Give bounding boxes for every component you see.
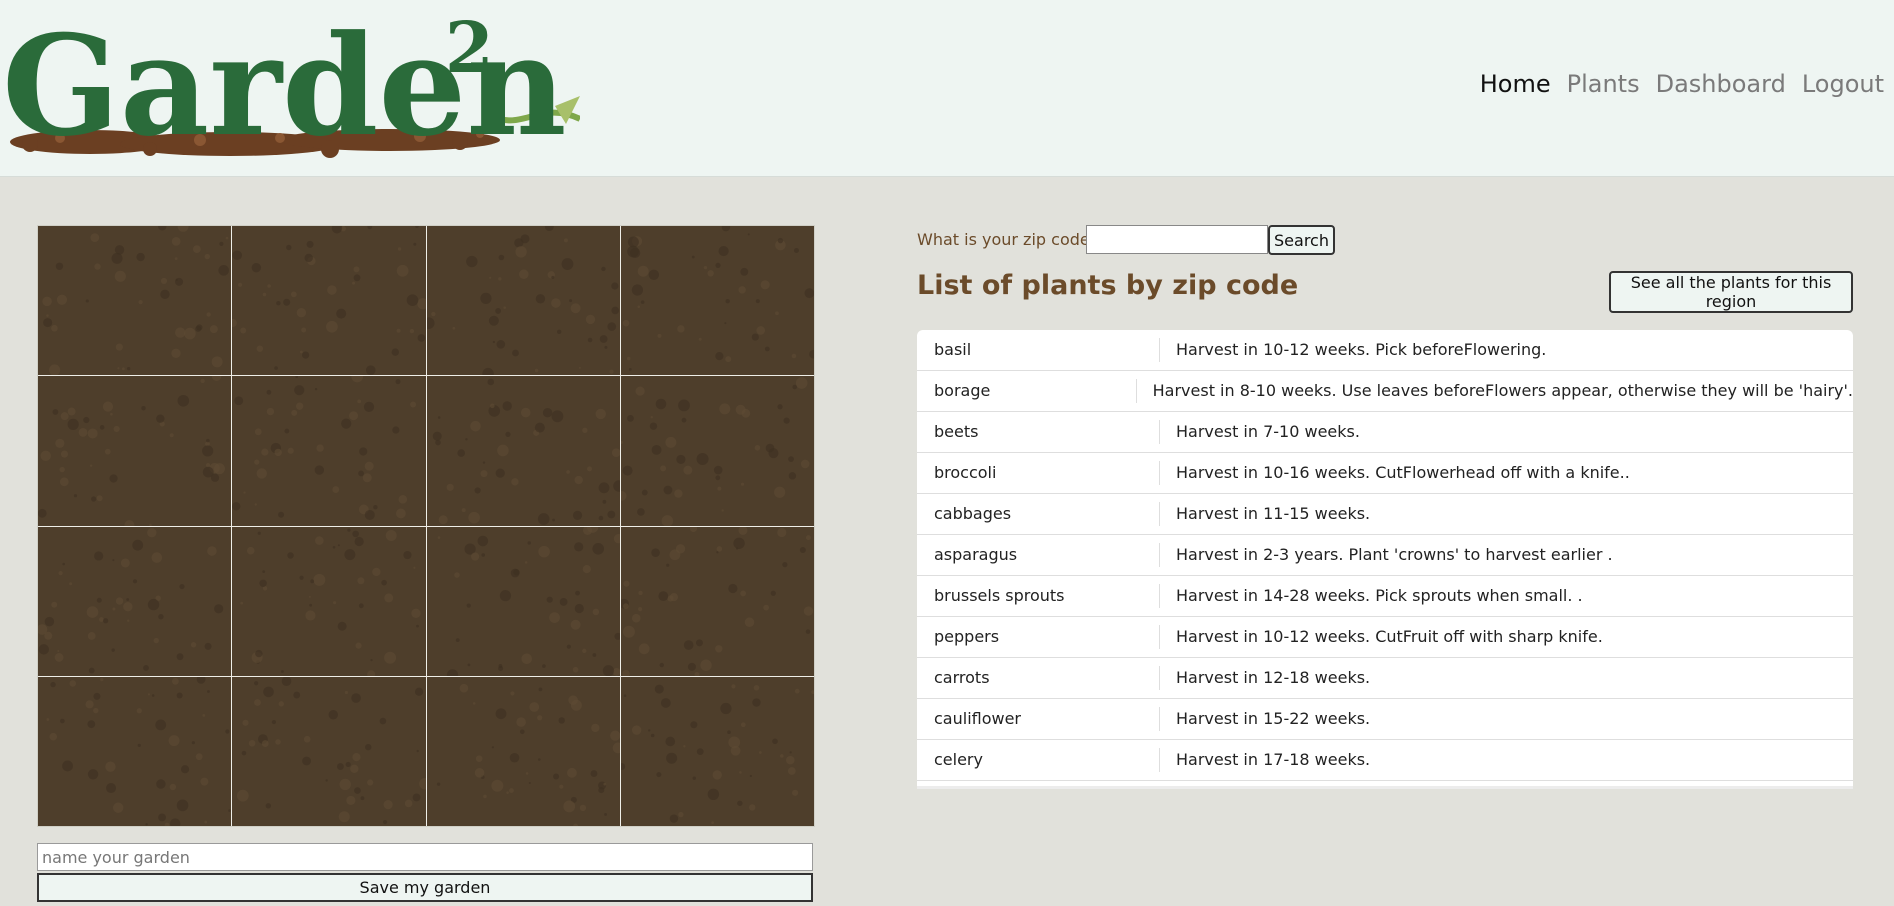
plant-harvest-info: Harvest in 10-12 weeks. CutFruit off wit… [1176,627,1603,646]
soil-texture [232,376,417,521]
nav-home-link[interactable]: Home [1480,70,1551,98]
plant-harvest-info: Harvest in 10-12 weeks. Pick beforeFlowe… [1176,340,1547,359]
soil-texture [437,526,620,676]
garden-plot[interactable] [232,376,426,526]
plant-list-title: List of plants by zip code [917,270,1299,301]
nav-logout-link[interactable]: Logout [1802,70,1884,98]
plant-harvest-info: Harvest in 17-18 weeks. [1176,750,1371,769]
soil-texture [38,376,225,526]
garden-plot[interactable] [426,676,620,826]
soil-texture [240,528,421,676]
plant-row[interactable]: brussels sprouts Harvest in 14-28 weeks. … [917,576,1853,617]
plant-row[interactable]: cauliflower Harvest in 15-22 weeks. [917,699,1853,740]
soil-texture [432,378,620,526]
plant-name: brussels sprouts [917,584,1160,608]
plant-row[interactable]: beets Harvest in 7-10 weeks. [917,412,1853,453]
plant-harvest-info: Harvest in 15-22 weeks. [1176,709,1371,728]
garden-plot[interactable] [620,376,814,526]
soil-texture [237,676,426,824]
search-button[interactable]: Search [1268,225,1335,255]
plant-name: cauliflower [917,707,1160,731]
soil-texture [620,684,814,824]
garden-plot[interactable] [232,226,426,376]
main-nav: Home Plants Dashboard Logout [1480,70,1884,98]
garden-plot[interactable] [232,526,426,676]
plant-harvest-info: Harvest in 10-16 weeks. CutFlowerhead of… [1176,463,1630,482]
plant-row[interactable]: carrots Harvest in 12-18 weeks. [917,658,1853,699]
garden-grid [37,225,815,827]
garden-plot[interactable] [426,526,620,676]
save-garden-button[interactable]: Save my garden [37,873,813,902]
plant-name: broccoli [917,461,1160,485]
plant-row[interactable]: celery Harvest in 17-18 weeks. [917,740,1853,781]
plant-row[interactable]: broccoli Harvest in 10-16 weeks. CutFlowe… [917,453,1853,494]
plant-row[interactable]: cabbages Harvest in 11-15 weeks. [917,494,1853,535]
soil-texture [436,683,620,826]
plant-name: peppers [917,625,1160,649]
plant-harvest-info: Harvest in 11-15 weeks. [1176,504,1371,523]
plant-harvest-info: Harvest in 7-10 weeks. [1176,422,1360,441]
garden-plot[interactable] [620,676,814,826]
garden-plot[interactable] [620,526,814,676]
soil-texture [620,526,813,676]
plant-table: basil Harvest in 10-12 weeks. Pick before… [917,330,1853,789]
soil-texture [42,226,230,376]
plant-name: carrots [917,666,1160,690]
plant-harvest-info: Harvest in 8-10 weeks. Use leaves before… [1152,381,1853,400]
soil-texture [232,226,426,375]
site-header: Garden 2 Home Plants Dashboard Logout [0,0,1894,177]
plant-name: basil [917,338,1160,362]
soil-texture [426,226,619,376]
plant-harvest-info: Harvest in 12-18 weeks. [1176,668,1371,687]
nav-dashboard-link[interactable]: Dashboard [1656,70,1786,98]
garden-plot[interactable] [426,376,620,526]
plant-name: celery [917,748,1160,772]
plant-name: cabbages [917,502,1160,526]
zip-code-label: What is your zip code? [917,230,1099,249]
soil-texture [620,377,810,526]
garden-plot[interactable] [232,676,426,826]
garden-plot[interactable] [38,676,232,826]
plant-name: asparagus [917,543,1160,567]
plant-row[interactable]: borage Harvest in 8-10 weeks. Use leaves … [917,371,1853,412]
plant-name: borage [917,379,1137,403]
garden-plot[interactable] [620,226,814,376]
plant-harvest-info: Harvest in 14-28 weeks. Pick sprouts whe… [1176,586,1583,605]
plant-row[interactable]: basil Harvest in 10-12 weeks. Pick before… [917,330,1853,371]
soil-texture [622,226,814,371]
garden-plot[interactable] [38,226,232,376]
nav-plants-link[interactable]: Plants [1567,70,1640,98]
logo-graphic: Garden 2 [2,4,582,167]
garden-plot[interactable] [38,376,232,526]
plant-row[interactable]: asparagus Harvest in 2-3 years. Plant 'cr… [917,535,1853,576]
garden-plot[interactable] [38,526,232,676]
plant-row[interactable]: peppers Harvest in 10-12 weeks. CutFruit … [917,617,1853,658]
garden-name-input[interactable] [37,843,813,871]
logo-superscript: 2 [445,6,494,89]
garden-squared-logo[interactable]: Garden 2 [0,4,582,174]
plant-name: beets [917,420,1160,444]
zip-code-input[interactable] [1086,225,1268,254]
garden-plot[interactable] [426,226,620,376]
soil-texture [46,676,231,826]
see-all-plants-button[interactable]: See all the plants for this region [1609,271,1853,313]
plant-harvest-info: Harvest in 2-3 years. Plant 'crowns' to … [1176,545,1613,564]
soil-texture [38,527,224,673]
